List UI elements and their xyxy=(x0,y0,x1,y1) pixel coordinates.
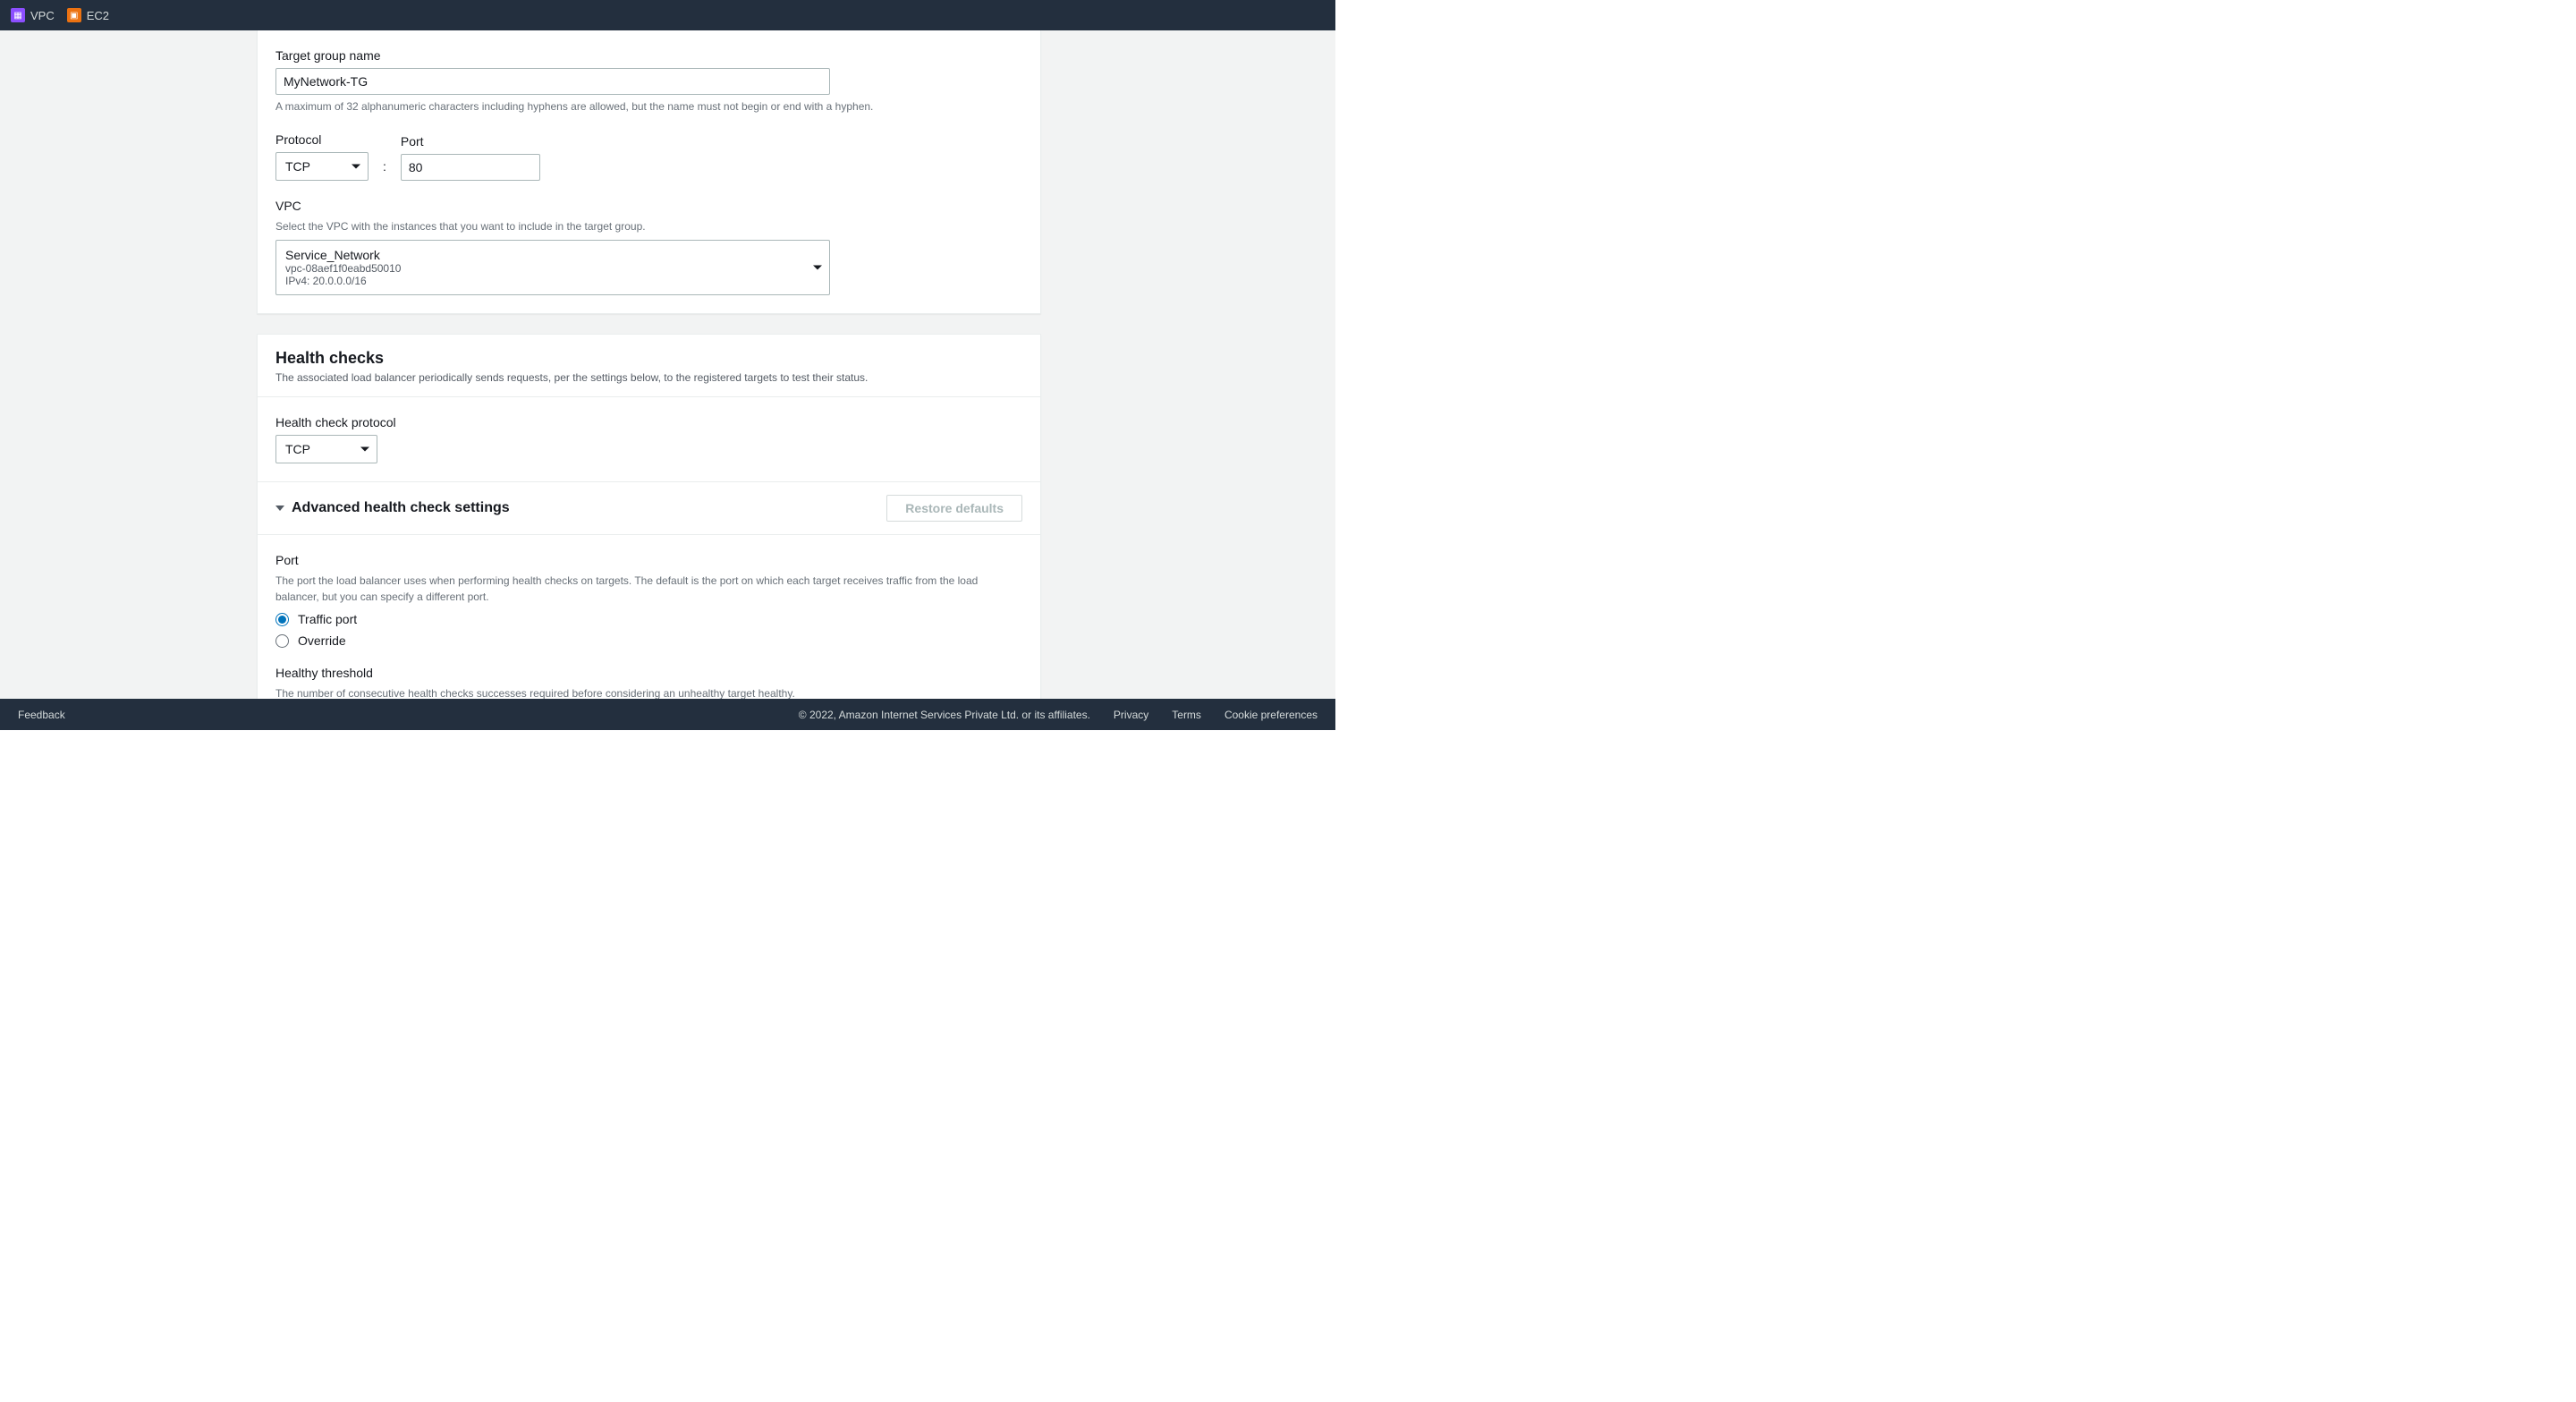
hc-port-label: Port xyxy=(275,553,1022,567)
port-label: Port xyxy=(401,134,540,149)
radio-override[interactable]: Override xyxy=(275,633,1022,648)
healthy-threshold-group: Healthy threshold The number of consecut… xyxy=(275,666,1022,699)
advanced-settings-expander: Advanced health check settings Restore d… xyxy=(258,482,1040,535)
main-scroll-area[interactable]: Target group name A maximum of 32 alphan… xyxy=(0,30,1319,699)
radio-traffic-port[interactable]: Traffic port xyxy=(275,612,1022,626)
vpc-icon: ▦ xyxy=(11,8,25,22)
chevron-down-icon xyxy=(352,165,360,169)
right-gutter xyxy=(1319,30,1335,699)
vpc-hint: Select the VPC with the instances that y… xyxy=(275,218,1022,234)
copyright-text: © 2022, Amazon Internet Services Private… xyxy=(799,709,1090,721)
health-check-protocol-select[interactable]: TCP xyxy=(275,435,377,463)
advanced-settings-toggle[interactable]: Advanced health check settings xyxy=(275,500,510,516)
health-checks-title: Health checks xyxy=(275,349,1022,368)
target-group-name-label: Target group name xyxy=(275,48,1022,63)
protocol-value: TCP xyxy=(285,159,310,174)
nav-item-vpc[interactable]: ▦ VPC xyxy=(11,8,55,22)
radio-icon xyxy=(275,634,289,648)
triangle-down-icon xyxy=(275,506,284,511)
ec2-icon: ▣ xyxy=(67,8,81,22)
chevron-down-icon xyxy=(813,266,822,270)
protocol-select[interactable]: TCP xyxy=(275,152,369,181)
chevron-down-icon xyxy=(360,447,369,452)
target-group-name-input[interactable] xyxy=(275,68,830,95)
target-group-panel: Target group name A maximum of 32 alphan… xyxy=(257,30,1041,314)
healthy-threshold-hint: The number of consecutive health checks … xyxy=(275,685,1022,699)
health-checks-panel: Health checks The associated load balanc… xyxy=(257,334,1041,699)
healthy-threshold-label: Healthy threshold xyxy=(275,666,1022,680)
vpc-selected-cidr: IPv4: 20.0.0.0/16 xyxy=(285,275,802,287)
port-input[interactable] xyxy=(401,154,540,181)
nav-label: VPC xyxy=(30,9,55,22)
protocol-port-group: Protocol TCP : Port xyxy=(275,132,1022,181)
hc-port-group: Port The port the load balancer uses whe… xyxy=(275,553,1022,648)
nav-label: EC2 xyxy=(87,9,109,22)
target-group-name-group: Target group name A maximum of 32 alphan… xyxy=(275,48,1022,115)
health-check-protocol-value: TCP xyxy=(285,442,310,456)
colon-separator: : xyxy=(383,159,386,181)
radio-label: Override xyxy=(298,633,346,648)
footer: Feedback © 2022, Amazon Internet Service… xyxy=(0,699,1335,730)
vpc-selected-name: Service_Network xyxy=(285,248,802,262)
nav-item-ec2[interactable]: ▣ EC2 xyxy=(67,8,109,22)
vpc-selected-id: vpc-08aef1f0eabd50010 xyxy=(285,262,802,275)
cookie-preferences-link[interactable]: Cookie preferences xyxy=(1224,709,1318,721)
feedback-link[interactable]: Feedback xyxy=(18,709,65,721)
vpc-group: VPC Select the VPC with the instances th… xyxy=(275,199,1022,295)
health-checks-header: Health checks The associated load balanc… xyxy=(258,335,1040,397)
target-group-name-hint: A maximum of 32 alphanumeric characters … xyxy=(275,98,1022,115)
privacy-link[interactable]: Privacy xyxy=(1114,709,1148,721)
radio-label: Traffic port xyxy=(298,612,357,626)
advanced-settings-title: Advanced health check settings xyxy=(292,500,510,516)
protocol-label: Protocol xyxy=(275,132,369,147)
vpc-label: VPC xyxy=(275,199,1022,213)
health-check-protocol-group: Health check protocol TCP xyxy=(275,415,1022,463)
vpc-select[interactable]: Service_Network vpc-08aef1f0eabd50010 IP… xyxy=(275,240,830,295)
restore-defaults-button[interactable]: Restore defaults xyxy=(886,495,1022,522)
health-check-protocol-label: Health check protocol xyxy=(275,415,1022,429)
radio-icon xyxy=(275,613,289,626)
hc-port-hint: The port the load balancer uses when per… xyxy=(275,573,1009,605)
top-nav: ▦ VPC ▣ EC2 xyxy=(0,0,1335,30)
health-checks-subtitle: The associated load balancer periodicall… xyxy=(275,371,1022,384)
terms-link[interactable]: Terms xyxy=(1172,709,1201,721)
